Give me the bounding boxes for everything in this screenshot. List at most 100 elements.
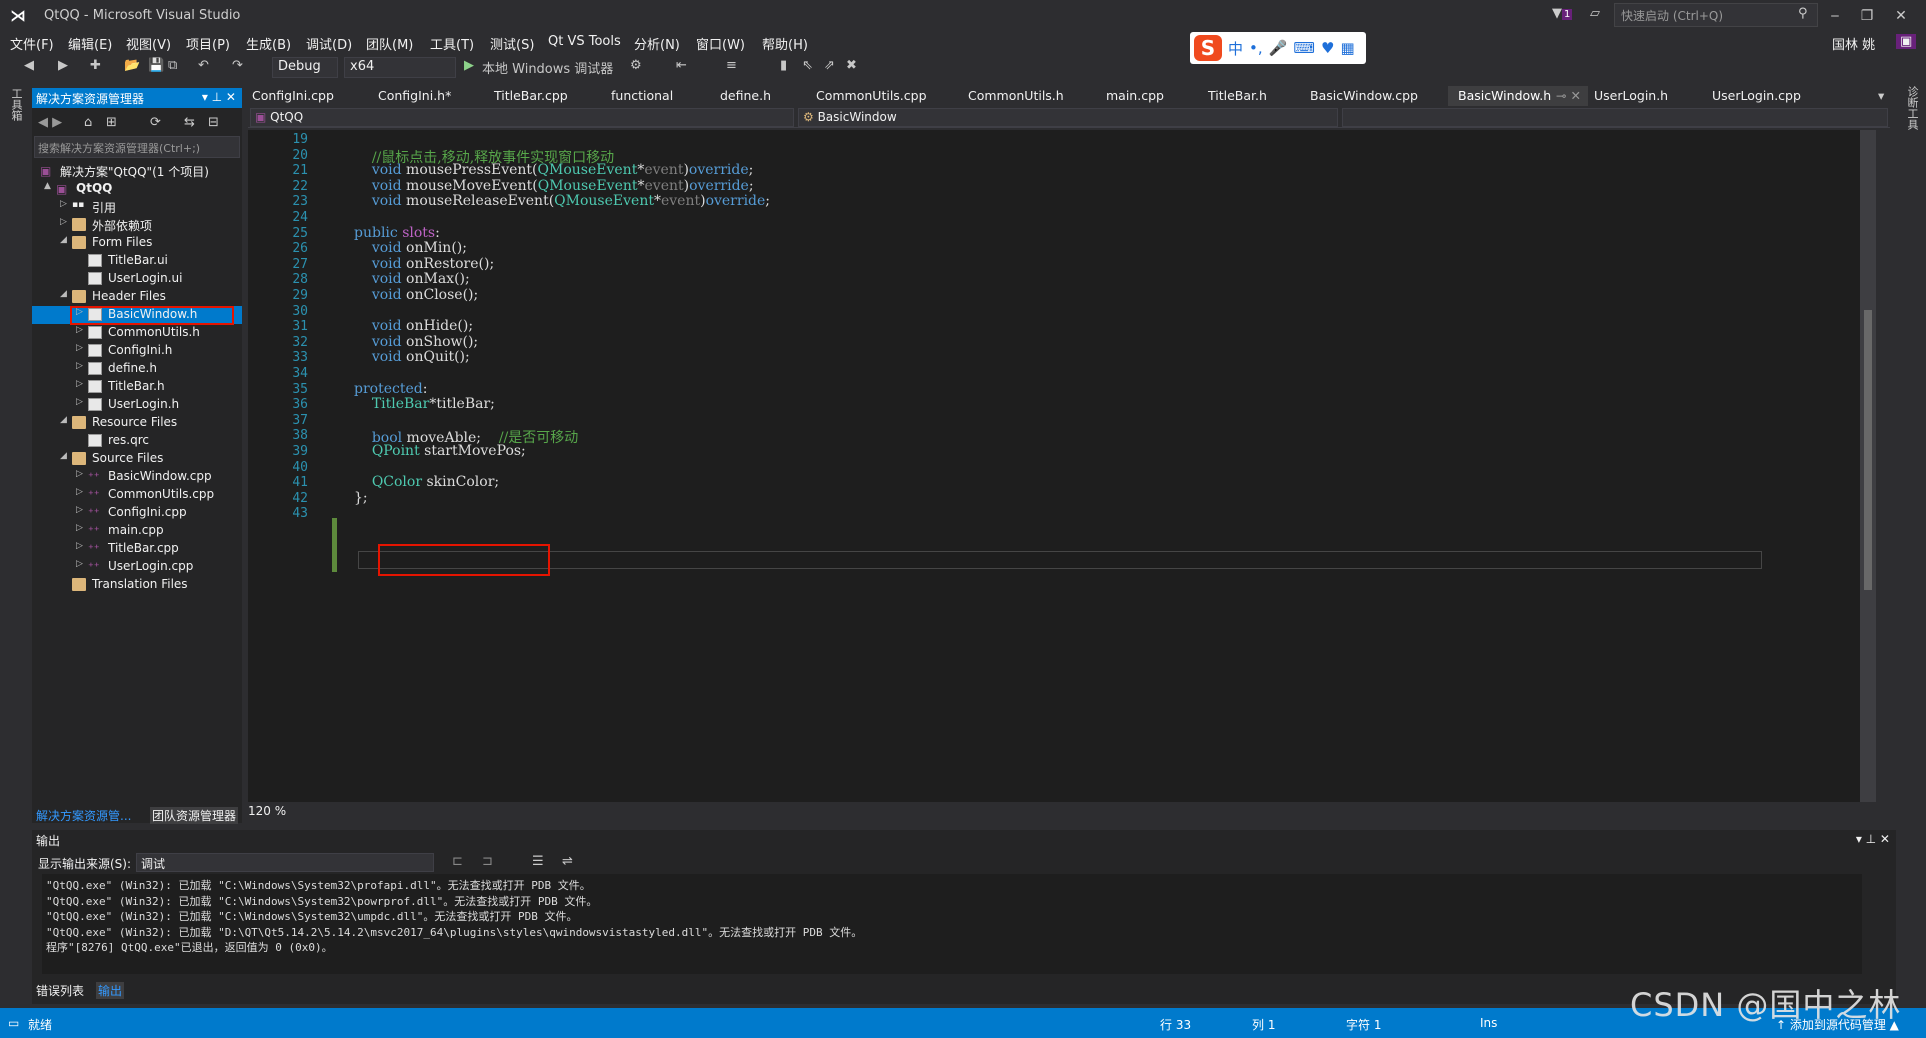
tree-item[interactable]: ▷ ⁺⁺ TitleBar.cpp: [32, 540, 242, 558]
tree-item[interactable]: ▷ UserLogin.h: [32, 396, 242, 414]
expand-arrow-icon[interactable]: ▷: [60, 217, 70, 227]
tab-basicwindow-cpp[interactable]: BasicWindow.cpp: [1310, 88, 1418, 103]
tab-define-h[interactable]: define.h: [720, 88, 771, 103]
pin-tab-icon[interactable]: ⊸ ✕: [1556, 88, 1581, 103]
tree-item[interactable]: ▷ ⁺⁺ CommonUtils.cpp: [32, 486, 242, 504]
user-account[interactable]: 国林 姚: [1832, 34, 1875, 53]
tree-item[interactable]: ▷ define.h: [32, 360, 242, 378]
tab-main-cpp[interactable]: main.cpp: [1106, 88, 1164, 103]
expand-arrow-icon[interactable]: ▷: [76, 505, 86, 515]
tab-functional[interactable]: functional: [611, 88, 673, 103]
expand-arrow-icon[interactable]: ▷: [76, 379, 86, 389]
attach-icon[interactable]: ⚙: [630, 58, 642, 73]
tree-item[interactable]: ▷ ▪▪ 引用: [32, 198, 242, 216]
menu-team[interactable]: 团队(M): [366, 34, 413, 53]
code-line[interactable]: TitleBar*titleBar;: [354, 396, 495, 412]
code-line[interactable]: void onClose();: [354, 287, 478, 303]
tab-titlebar-cpp[interactable]: TitleBar.cpp: [494, 88, 568, 103]
close-window-button[interactable]: ✕: [1886, 4, 1916, 28]
collapse-all-icon[interactable]: ⊟: [208, 115, 219, 130]
word-wrap-icon[interactable]: ⇌: [562, 854, 573, 869]
expand-arrow-icon[interactable]: ◢: [60, 451, 70, 461]
menu-window[interactable]: 窗口(W): [696, 34, 745, 53]
configuration-dropdown[interactable]: Debug: [272, 57, 338, 78]
output-find-icon[interactable]: ⊏: [452, 854, 463, 869]
code-line[interactable]: void onMax();: [354, 271, 470, 287]
expand-arrow-icon[interactable]: ▷: [76, 343, 86, 353]
tree-item[interactable]: ◢ Resource Files: [32, 414, 242, 432]
tab-commonutils-cpp[interactable]: CommonUtils.cpp: [816, 88, 927, 103]
tab-titlebar-h[interactable]: TitleBar.h: [1208, 88, 1267, 103]
expand-arrow-icon[interactable]: ▷: [76, 541, 86, 551]
tree-item[interactable]: ▷ BasicWindow.h: [32, 306, 242, 325]
output-close-icon[interactable]: ▾ ⊥ ✕: [1856, 832, 1890, 846]
expand-arrow-icon[interactable]: ▷: [76, 361, 86, 371]
menu-view[interactable]: 视图(V): [126, 34, 171, 53]
member-scope-dropdown[interactable]: [1342, 108, 1888, 127]
diagnostic-tools-tab[interactable]: 诊断工具: [1904, 86, 1920, 130]
menu-tools[interactable]: 工具(T): [430, 34, 474, 53]
output-prev-icon[interactable]: ⊐: [482, 854, 493, 869]
expand-arrow-icon[interactable]: ◢: [60, 415, 70, 425]
tree-item[interactable]: ◢ Header Files: [32, 288, 242, 306]
tab-error-list[interactable]: 错误列表: [36, 982, 84, 999]
tree-item[interactable]: UserLogin.ui: [32, 270, 242, 288]
bookmark-icon[interactable]: ▮: [780, 58, 787, 73]
forward-icon[interactable]: ▶: [58, 58, 68, 73]
clear-bookmarks-icon[interactable]: ✖: [846, 58, 857, 73]
tree-item[interactable]: ▷ TitleBar.h: [32, 378, 242, 396]
tab-team-explorer[interactable]: 团队资源管理器: [150, 807, 239, 824]
tree-item[interactable]: ◢ Form Files: [32, 234, 242, 252]
tab-userlogin-h[interactable]: UserLogin.h: [1594, 88, 1668, 103]
code-line[interactable]: public slots:: [354, 225, 440, 241]
tab-configini-cpp[interactable]: ConfigIni.cpp: [252, 88, 334, 103]
start-debugging-icon[interactable]: ▶: [464, 58, 474, 73]
code-line[interactable]: void mouseReleaseEvent(QMouseEvent*event…: [354, 193, 770, 209]
tree-item[interactable]: ▷ ⁺⁺ BasicWindow.cpp: [32, 468, 242, 486]
undo-icon[interactable]: ↶: [198, 58, 209, 73]
menu-build[interactable]: 生成(B): [246, 34, 291, 53]
se-back-icon[interactable]: ◀ ▶: [38, 115, 62, 130]
home-icon[interactable]: ⌂: [84, 115, 92, 130]
search-icon[interactable]: ⚲: [1798, 6, 1808, 21]
microphone-icon[interactable]: 🎤: [1269, 39, 1288, 57]
next-bookmark-icon[interactable]: ⇗: [824, 58, 835, 73]
expand-arrow-icon[interactable]: ◢: [60, 289, 70, 299]
menu-analyze[interactable]: 分析(N): [634, 34, 680, 53]
tab-output[interactable]: 输出: [96, 982, 125, 999]
expand-arrow-icon[interactable]: ▷: [60, 199, 70, 209]
save-icon[interactable]: 💾: [148, 58, 164, 73]
expand-arrow-icon[interactable]: ▷: [76, 487, 86, 497]
expand-arrow-icon[interactable]: ▷: [76, 523, 86, 533]
feedback-icon[interactable]: ▱: [1590, 6, 1600, 21]
code-line[interactable]: void onShow();: [354, 334, 478, 350]
output-text[interactable]: "QtQQ.exe" (Win32): 已加载 "C:\Windows\Syst…: [42, 874, 1862, 974]
filter-icon[interactable]: ▼ 1: [1552, 6, 1573, 21]
redo-icon[interactable]: ↷: [232, 58, 243, 73]
expand-arrow-icon[interactable]: ◢: [60, 235, 70, 245]
code-line[interactable]: QPoint startMovePos;: [354, 443, 526, 459]
restore-button[interactable]: ❐: [1852, 4, 1882, 28]
sync-icon[interactable]: ⇆: [184, 115, 195, 130]
toolbox-tab[interactable]: 工具箱: [8, 88, 24, 121]
clear-all-icon[interactable]: ☰: [532, 854, 544, 869]
tab-userlogin-cpp[interactable]: UserLogin.cpp: [1712, 88, 1801, 103]
tree-item[interactable]: ▷ CommonUtils.h: [32, 324, 242, 342]
tree-item[interactable]: ▲ ▣ QtQQ: [32, 180, 242, 198]
punctuation-icon[interactable]: •,: [1249, 39, 1263, 57]
class-scope-dropdown[interactable]: ⚙ BasicWindow: [798, 108, 1338, 127]
step-icon[interactable]: ⇤: [676, 58, 687, 73]
code-line[interactable]: void mouseMoveEvent(QMouseEvent*event)ov…: [354, 178, 754, 194]
tree-item[interactable]: ▷ ⁺⁺ UserLogin.cpp: [32, 558, 242, 576]
save-all-icon[interactable]: ⧉: [168, 58, 177, 73]
tab-commonutils-h[interactable]: CommonUtils.h: [968, 88, 1064, 103]
tab-configini-h[interactable]: ConfigIni.h*: [378, 88, 451, 103]
code-line[interactable]: void onMin();: [354, 240, 467, 256]
keyboard-icon[interactable]: ⌨: [1293, 39, 1315, 57]
tree-item[interactable]: ▷ ConfigIni.h: [32, 342, 242, 360]
platform-dropdown[interactable]: x64: [344, 57, 456, 78]
expand-arrow-icon[interactable]: ▷: [76, 469, 86, 479]
output-source-dropdown[interactable]: 调试: [136, 853, 434, 872]
code-line[interactable]: void onQuit();: [354, 349, 470, 365]
code-editor[interactable]: 19 20 //鼠标点击,移动,释放事件实现窗口移动 21 void mousePr…: [248, 130, 1876, 802]
